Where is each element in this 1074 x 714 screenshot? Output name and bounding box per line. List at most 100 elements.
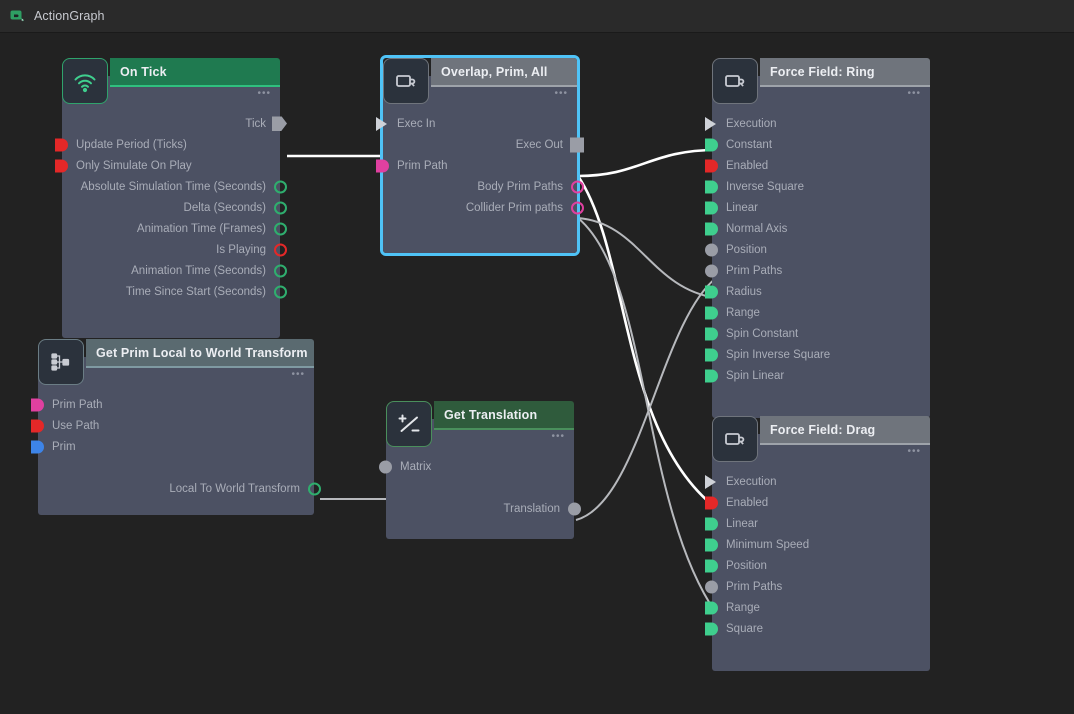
port-in[interactable] bbox=[705, 138, 718, 151]
port-out[interactable] bbox=[274, 222, 287, 235]
port-in[interactable] bbox=[379, 460, 392, 473]
port-out[interactable] bbox=[274, 201, 287, 214]
port-row[interactable]: Prim Paths bbox=[705, 576, 930, 597]
port-in[interactable] bbox=[705, 348, 718, 361]
node-overlap-prim-all[interactable]: Overlap, Prim, All ••• Exec In Exec Out … bbox=[376, 55, 584, 256]
port-row[interactable]: Execution bbox=[705, 113, 930, 134]
port-row[interactable]: Inverse Square bbox=[705, 176, 930, 197]
wire-data[interactable] bbox=[577, 217, 717, 614]
node-header[interactable]: On Tick bbox=[110, 58, 280, 85]
port-row[interactable] bbox=[386, 477, 574, 498]
port-row[interactable]: Body Prim Paths bbox=[383, 176, 584, 197]
port-out[interactable] bbox=[571, 201, 584, 214]
port-row[interactable]: Exec In bbox=[376, 113, 577, 134]
port-in[interactable] bbox=[705, 496, 718, 509]
port-out[interactable] bbox=[274, 285, 287, 298]
node-header[interactable]: Force Field: Ring bbox=[760, 58, 930, 85]
port-in[interactable] bbox=[705, 201, 718, 214]
port-row[interactable]: Square bbox=[705, 618, 930, 639]
port-row[interactable]: Spin Constant bbox=[705, 323, 930, 344]
port-row[interactable]: Position bbox=[705, 239, 930, 260]
node-force-field-ring[interactable]: Force Field: Ring ••• Execution Constant… bbox=[705, 58, 930, 418]
port-in[interactable] bbox=[705, 159, 718, 172]
port-exec-out[interactable] bbox=[570, 137, 584, 152]
port-row[interactable]: Execution bbox=[705, 471, 930, 492]
port-out[interactable] bbox=[571, 180, 584, 193]
port-row[interactable]: Spin Inverse Square bbox=[705, 344, 930, 365]
port-in[interactable] bbox=[705, 559, 718, 572]
port-in[interactable] bbox=[705, 538, 718, 551]
port-row[interactable] bbox=[38, 457, 314, 478]
port-row[interactable]: Local To World Transform bbox=[38, 478, 321, 499]
port-row[interactable]: Enabled bbox=[705, 492, 930, 513]
port-row[interactable]: Linear bbox=[705, 513, 930, 534]
port-in[interactable] bbox=[705, 369, 718, 382]
port-row[interactable]: Only Simulate On Play bbox=[55, 155, 280, 176]
wire-exec[interactable] bbox=[576, 175, 717, 510]
graph-tab-label[interactable]: ActionGraph bbox=[34, 9, 105, 23]
port-row[interactable]: Absolute Simulation Time (Seconds) bbox=[62, 176, 287, 197]
port-row[interactable]: Range bbox=[705, 597, 930, 618]
node-force-field-drag[interactable]: Force Field: Drag ••• Execution Enabled … bbox=[705, 416, 930, 671]
port-out[interactable] bbox=[568, 502, 581, 515]
port-row[interactable]: Matrix bbox=[379, 456, 574, 477]
port-row[interactable]: Delta (Seconds) bbox=[62, 197, 287, 218]
port-in[interactable] bbox=[376, 159, 389, 172]
node-header[interactable]: Overlap, Prim, All bbox=[431, 58, 577, 85]
port-row[interactable]: Time Since Start (Seconds) bbox=[62, 281, 287, 302]
port-row[interactable]: Prim Path bbox=[376, 155, 577, 176]
wire-data[interactable] bbox=[577, 217, 717, 299]
port-row[interactable]: Constant bbox=[705, 134, 930, 155]
port-row[interactable]: Translation bbox=[386, 498, 581, 519]
port-exec-in[interactable] bbox=[376, 116, 387, 131]
port-row[interactable]: Prim bbox=[31, 436, 314, 457]
port-row[interactable]: Spin Linear bbox=[705, 365, 930, 386]
port-in[interactable] bbox=[705, 306, 718, 319]
port-in[interactable] bbox=[31, 398, 44, 411]
port-in[interactable] bbox=[55, 138, 68, 151]
port-in[interactable] bbox=[705, 517, 718, 530]
port-in[interactable] bbox=[31, 440, 44, 453]
port-out[interactable] bbox=[308, 482, 321, 495]
port-row[interactable]: Update Period (Ticks) bbox=[55, 134, 280, 155]
port-row[interactable]: Radius bbox=[705, 281, 930, 302]
node-header[interactable]: Get Prim Local to World Transform bbox=[86, 339, 314, 366]
node-get-translation[interactable]: Get Translation ••• Matrix Translation bbox=[379, 401, 581, 539]
port-row[interactable]: Exec Out bbox=[383, 134, 584, 155]
port-exec-in[interactable] bbox=[705, 116, 716, 131]
node-header[interactable]: Force Field: Drag bbox=[760, 416, 930, 443]
port-row[interactable]: Normal Axis bbox=[705, 218, 930, 239]
port-in[interactable] bbox=[705, 580, 718, 593]
port-in[interactable] bbox=[705, 243, 718, 256]
port-row[interactable]: Minimum Speed bbox=[705, 534, 930, 555]
port-row[interactable]: Prim Paths bbox=[705, 260, 930, 281]
port-row[interactable]: Prim Path bbox=[31, 394, 314, 415]
port-exec-in[interactable] bbox=[705, 474, 716, 489]
port-out[interactable] bbox=[274, 180, 287, 193]
port-in[interactable] bbox=[705, 264, 718, 277]
node-menu-button[interactable]: ••• bbox=[907, 89, 921, 99]
node-menu-button[interactable]: ••• bbox=[291, 370, 305, 380]
port-out[interactable] bbox=[274, 264, 287, 277]
port-in[interactable] bbox=[705, 285, 718, 298]
node-menu-button[interactable]: ••• bbox=[551, 432, 565, 442]
node-menu-button[interactable]: ••• bbox=[554, 89, 568, 99]
port-row[interactable]: Position bbox=[705, 555, 930, 576]
port-row[interactable]: Animation Time (Seconds) bbox=[62, 260, 287, 281]
node-on-tick[interactable]: On Tick ••• Tick Update Period (Ticks) O… bbox=[55, 58, 287, 338]
port-row[interactable]: Collider Prim paths bbox=[383, 197, 584, 218]
node-menu-button[interactable]: ••• bbox=[257, 89, 271, 99]
port-in[interactable] bbox=[705, 622, 718, 635]
port-row[interactable]: Range bbox=[705, 302, 930, 323]
port-in[interactable] bbox=[705, 601, 718, 614]
wire-exec[interactable] bbox=[577, 148, 717, 178]
port-in[interactable] bbox=[705, 327, 718, 340]
port-in[interactable] bbox=[55, 159, 68, 172]
node-get-prim-local-to-world-transform[interactable]: Get Prim Local to World Transform ••• Pr… bbox=[31, 339, 321, 515]
port-row[interactable]: Is Playing bbox=[62, 239, 287, 260]
node-header[interactable]: Get Translation bbox=[434, 401, 574, 428]
graph-canvas[interactable]: On Tick ••• Tick Update Period (Ticks) O… bbox=[0, 33, 1074, 714]
wire-data[interactable] bbox=[575, 277, 717, 521]
port-row[interactable]: Linear bbox=[705, 197, 930, 218]
port-in[interactable] bbox=[705, 222, 718, 235]
